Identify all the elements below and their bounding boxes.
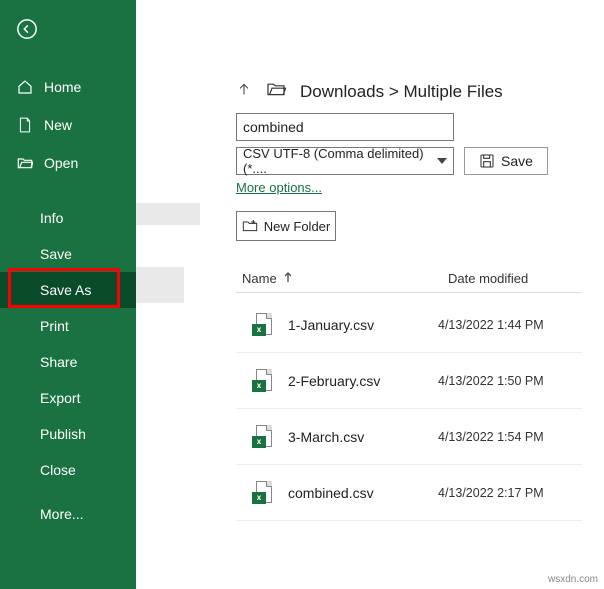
file-row[interactable]: x 3-March.csv 4/13/2022 1:54 PM: [236, 409, 582, 465]
excel-csv-icon: x: [236, 313, 288, 337]
file-name: combined.csv: [288, 485, 438, 501]
sidebar-label: Save As: [40, 282, 91, 298]
folder-icon: [266, 81, 286, 102]
file-name: 1-January.csv: [288, 317, 438, 333]
chevron-down-icon: [437, 154, 447, 169]
up-one-level-button[interactable]: [236, 80, 252, 103]
filetype-dropdown[interactable]: CSV UTF-8 (Comma delimited) (*....: [236, 147, 454, 175]
new-folder-button[interactable]: New Folder: [236, 211, 336, 241]
file-date: 4/13/2022 2:17 PM: [438, 486, 582, 500]
sidebar-label: Home: [44, 79, 81, 95]
sidebar-item-more[interactable]: More...: [0, 496, 136, 532]
home-icon: [16, 78, 34, 96]
file-name: 2-February.csv: [288, 373, 438, 389]
file-list: x 1-January.csv 4/13/2022 1:44 PM x 2-Fe…: [236, 297, 582, 521]
filename-input[interactable]: [236, 113, 454, 141]
new-folder-icon: [242, 219, 258, 233]
more-options-link[interactable]: More options...: [236, 180, 322, 195]
sort-ascending-icon: [283, 271, 293, 286]
document-icon: [16, 116, 34, 134]
header-date-label: Date modified: [448, 271, 528, 286]
file-date: 4/13/2022 1:44 PM: [438, 318, 582, 332]
sidebar-item-publish[interactable]: Publish: [0, 416, 136, 452]
sidebar-item-close[interactable]: Close: [0, 452, 136, 488]
sidebar-item-new[interactable]: New: [0, 106, 136, 144]
header-date-column[interactable]: Date modified: [448, 271, 576, 286]
sidebar-item-save-as[interactable]: Save As: [0, 272, 136, 308]
file-row[interactable]: x 1-January.csv 4/13/2022 1:44 PM: [236, 297, 582, 353]
header-name-label: Name: [242, 271, 277, 286]
save-button[interactable]: Save: [464, 147, 548, 175]
sidebar-label: More...: [40, 506, 84, 522]
excel-csv-icon: x: [236, 369, 288, 393]
file-date: 4/13/2022 1:50 PM: [438, 374, 582, 388]
file-name: 3-March.csv: [288, 429, 438, 445]
folder-open-icon: [16, 154, 34, 172]
new-folder-label: New Folder: [264, 219, 330, 234]
sidebar-item-save[interactable]: Save: [0, 236, 136, 272]
file-row[interactable]: x 2-February.csv 4/13/2022 1:50 PM: [236, 353, 582, 409]
breadcrumb-path[interactable]: Downloads > Multiple Files: [300, 82, 503, 102]
sidebar-item-open[interactable]: Open: [0, 144, 136, 182]
save-button-label: Save: [501, 153, 533, 169]
sidebar-label: Publish: [40, 426, 86, 442]
sidebar-label: Info: [40, 210, 63, 226]
sidebar-item-export[interactable]: Export: [0, 380, 136, 416]
sidebar-label: Save: [40, 246, 72, 262]
excel-csv-icon: x: [236, 481, 288, 505]
left-gutter: [136, 0, 200, 589]
file-row[interactable]: x combined.csv 4/13/2022 2:17 PM: [236, 465, 582, 521]
backstage-sidebar: Home New Open Info Save Save As Print Sh…: [0, 0, 136, 589]
file-date: 4/13/2022 1:54 PM: [438, 430, 582, 444]
file-table-header: Name Date modified: [236, 265, 582, 293]
save-icon: [479, 153, 495, 169]
breadcrumb-row: Downloads > Multiple Files: [236, 80, 582, 103]
main-panel: Downloads > Multiple Files CSV UTF-8 (Co…: [136, 0, 604, 589]
sidebar-label: Open: [44, 155, 78, 171]
sidebar-item-home[interactable]: Home: [0, 68, 136, 106]
sidebar-label: Export: [40, 390, 80, 406]
sidebar-label: Close: [40, 462, 76, 478]
header-name-column[interactable]: Name: [242, 271, 448, 286]
sidebar-label: Share: [40, 354, 77, 370]
sidebar-item-print[interactable]: Print: [0, 308, 136, 344]
filetype-selected-label: CSV UTF-8 (Comma delimited) (*....: [243, 146, 437, 176]
back-arrow-icon: [16, 18, 38, 40]
sidebar-item-share[interactable]: Share: [0, 344, 136, 380]
sidebar-label: Print: [40, 318, 69, 334]
back-button[interactable]: [6, 8, 48, 50]
sidebar-item-info[interactable]: Info: [0, 200, 136, 236]
sidebar-label: New: [44, 117, 72, 133]
watermark: wsxdn.com: [548, 574, 598, 585]
excel-csv-icon: x: [236, 425, 288, 449]
